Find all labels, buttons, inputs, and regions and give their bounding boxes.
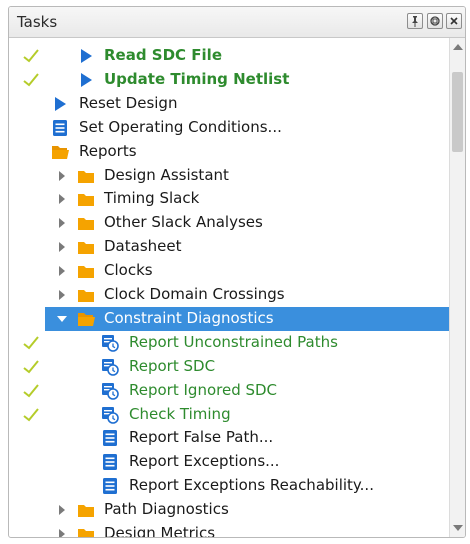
folder-open-icon [51,143,69,161]
folder-icon [77,501,95,519]
list-icon [101,477,119,495]
folder-icon [77,214,95,232]
tree-item[interactable]: Update Timing Netlist [9,68,449,92]
collapsed-arrow-icon[interactable] [59,194,65,205]
tree-item[interactable]: Read SDC File [9,44,449,68]
tree-item-label: Report Exceptions Reachability... [129,476,374,495]
pin-icon[interactable] [407,13,423,29]
scroll-up-icon[interactable] [453,44,463,50]
collapsed-arrow-icon[interactable] [59,529,65,537]
tree-item[interactable]: Constraint Diagnostics [9,306,449,331]
tree-item[interactable]: Clocks [9,259,449,283]
report-clock-icon [101,382,119,400]
play-icon [77,71,95,89]
expanded-arrow-icon[interactable] [57,315,67,322]
tree-item[interactable]: Reports [9,140,449,164]
tree-item[interactable]: Report Exceptions Reachability... [9,474,449,498]
float-icon[interactable] [427,13,443,29]
folder-icon [77,167,95,185]
report-clock-icon [101,406,119,424]
panel-titlebar: Tasks [9,7,465,38]
task-tree: Read SDC File Update Timing Netlist Reset … [9,38,449,537]
list-icon [101,453,119,471]
tree-item[interactable]: Check Timing [9,403,449,427]
tree-item-label: Clock Domain Crossings [104,285,285,303]
tree-item[interactable]: Report Exceptions... [9,450,449,474]
tree-item-label: Report SDC [129,356,216,375]
scroll-down-icon[interactable] [453,525,463,531]
folder-icon [77,238,95,256]
tree-item-label: Design Assistant [104,165,229,184]
check-icon [23,49,39,63]
tree-item[interactable]: Path Diagnostics [9,498,449,522]
tree-item[interactable]: Clock Domain Crossings [9,283,449,307]
collapsed-arrow-icon[interactable] [59,170,65,181]
folder-icon [77,190,95,208]
collapsed-arrow-icon[interactable] [59,290,65,300]
tree-item-label: Timing Slack [104,189,200,208]
tasks-panel: Tasks Read SDC File Update Timing Netlist… [8,6,466,538]
tree-item[interactable]: Design Assistant [9,164,449,188]
tree-item-label: Path Diagnostics [104,500,229,519]
list-icon [101,429,119,447]
tree-item[interactable]: Set Operating Conditions... [9,116,449,140]
close-icon[interactable] [446,13,462,29]
tree-item-label: Report Exceptions... [129,452,280,471]
play-icon [51,95,69,113]
tree-item[interactable]: Other Slack Analyses [9,211,449,235]
scroll-thumb[interactable] [452,72,463,152]
collapsed-arrow-icon[interactable] [59,242,65,253]
tree-item-label: Report Ignored SDC [129,380,278,399]
collapsed-arrow-icon[interactable] [59,266,65,277]
tree-item-label: Clocks [104,261,153,280]
tree-item-label: Report Unconstrained Paths [129,332,338,351]
tree-item-label: Other Slack Analyses [104,213,263,232]
panel-title: Tasks [17,13,58,31]
play-icon [77,47,95,65]
tree-item-label: Reset Design [79,93,178,112]
vertical-scrollbar[interactable] [449,38,465,537]
tree-item-label: Datasheet [104,237,182,256]
tree-item-label: Design Metrics [104,524,216,537]
tree-item[interactable]: Report SDC [9,355,449,379]
tree-item-label: Check Timing [129,404,231,423]
tree-item[interactable]: Datasheet [9,235,449,259]
tree-item[interactable]: Report Ignored SDC [9,379,449,403]
check-icon [23,360,39,374]
check-icon [23,383,39,397]
report-clock-icon [101,358,119,376]
list-icon [51,119,69,137]
tree-item-label: Read SDC File [104,46,222,64]
folder-icon [77,262,95,280]
tree-item-label: Update Timing Netlist [104,69,290,88]
check-icon [23,73,39,87]
folder-icon [77,286,95,304]
collapsed-arrow-icon[interactable] [59,505,65,516]
tree-item[interactable]: Report False Path... [9,426,449,450]
tree-item-label: Report False Path... [129,428,274,447]
tree-item-label: Set Operating Conditions... [79,117,282,136]
tree-item[interactable]: Timing Slack [9,187,449,211]
collapsed-arrow-icon[interactable] [59,218,65,229]
folder-open-icon [77,310,95,328]
check-icon [23,407,39,421]
report-clock-icon [101,334,119,352]
check-icon [23,336,39,350]
tree-item-label: Reports [79,141,137,160]
tree-item[interactable]: Reset Design [9,92,449,116]
tree-item[interactable]: Report Unconstrained Paths [9,331,449,355]
tree-item[interactable]: Design Metrics [9,522,449,537]
folder-icon [77,525,95,537]
tree-item-label: Constraint Diagnostics [104,308,274,327]
